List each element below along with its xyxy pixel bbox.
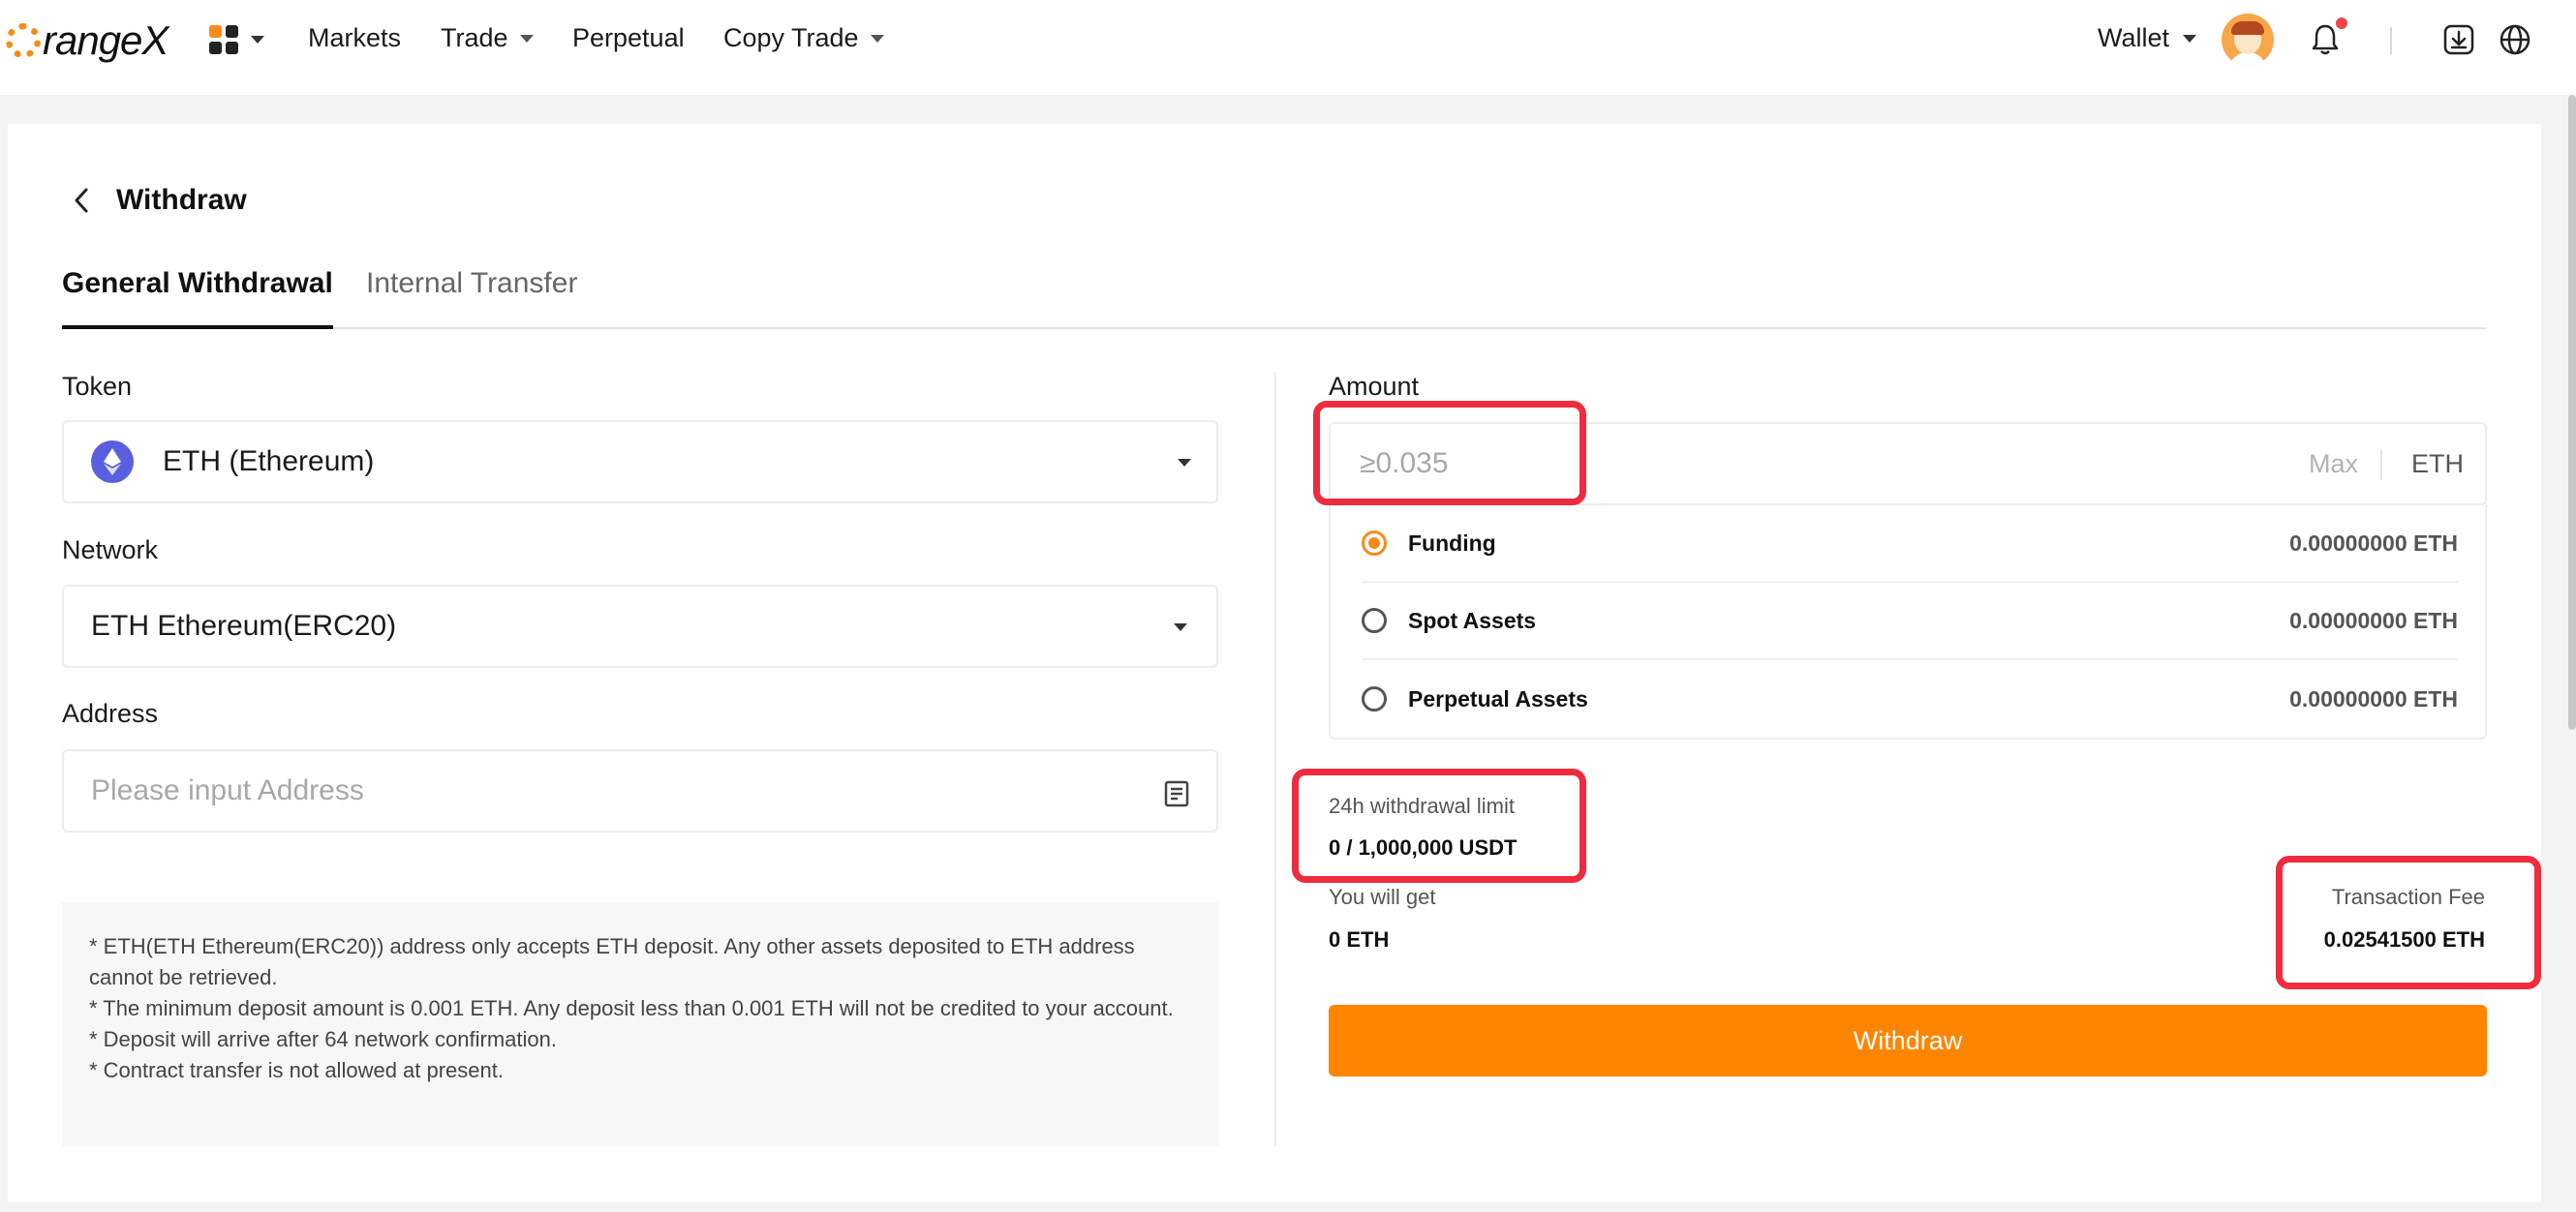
network-label: Network <box>62 535 159 564</box>
page-header: Withdraw <box>70 184 247 217</box>
withdraw-button[interactable]: Withdraw <box>1329 1005 2487 1076</box>
avatar[interactable] <box>2222 14 2274 66</box>
wallet-menu[interactable]: Wallet <box>2098 23 2197 53</box>
logo-ring-icon <box>6 23 41 58</box>
token-select[interactable]: ETH (Ethereum) <box>62 420 1218 503</box>
nav-markets[interactable]: Markets <box>308 23 401 53</box>
page-scrollbar[interactable] <box>2568 95 2576 730</box>
column-divider <box>1274 372 1276 1146</box>
nav-divider <box>2390 27 2392 54</box>
source-account-list: Funding 0.00000000 ETH Spot Assets 0.000… <box>1329 505 2487 740</box>
page-title: Withdraw <box>116 184 247 216</box>
nav-trade-label: Trade <box>441 23 508 52</box>
nav-copy-trade[interactable]: Copy Trade <box>723 23 884 53</box>
tab-general-withdrawal[interactable]: General Withdrawal <box>62 267 333 329</box>
highlight-amount-min <box>1313 401 1586 505</box>
source-perpetual-assets[interactable]: Perpetual Assets 0.00000000 ETH <box>1362 660 2458 738</box>
address-label: Address <box>62 699 159 728</box>
wallet-label: Wallet <box>2098 23 2170 52</box>
source-balance: 0.00000000 ETH <box>2289 607 2458 633</box>
note-item: * Deposit will arrive after 64 network c… <box>89 1027 557 1051</box>
source-spot-assets[interactable]: Spot Assets 0.00000000 ETH <box>1362 583 2458 660</box>
orangex-logo[interactable]: rangeX <box>6 17 169 64</box>
network-select[interactable]: ETH Ethereum(ERC20) <box>62 585 1218 668</box>
chevron-down-icon <box>519 34 534 43</box>
radio-button[interactable] <box>1362 686 1387 712</box>
token-label: Token <box>62 372 133 401</box>
radio-button[interactable] <box>1362 608 1387 633</box>
source-name: Funding <box>1408 530 1496 556</box>
source-funding[interactable]: Funding 0.00000000 ETH <box>1362 505 2458 583</box>
chevron-down-icon <box>1178 459 1191 467</box>
source-name: Perpetual Assets <box>1408 685 1588 712</box>
token-value: ETH (Ethereum) <box>163 445 375 477</box>
nav-trade[interactable]: Trade <box>441 23 534 53</box>
highlight-transaction-fee <box>2276 856 2541 989</box>
amount-unit: ETH <box>2411 449 2464 478</box>
note-item: * Contract transfer is not allowed at pr… <box>89 1058 504 1082</box>
withdraw-notes: * ETH(ETH Ethereum(ERC20)) address only … <box>62 902 1218 1146</box>
address-input[interactable]: Please input Address <box>62 749 1218 833</box>
ethereum-icon <box>91 440 134 483</box>
source-balance: 0.00000000 ETH <box>2289 530 2458 556</box>
tab-internal-transfer[interactable]: Internal Transfer <box>366 267 577 318</box>
amount-separator <box>2380 449 2382 480</box>
nav-perpetual-label: Perpetual <box>572 23 685 52</box>
top-navbar: rangeX Markets Trade Perpetual Copy Trad… <box>0 0 2576 95</box>
bell-icon[interactable] <box>2311 23 2340 56</box>
download-icon[interactable] <box>2442 23 2475 56</box>
highlight-withdrawal-limit <box>1292 769 1586 883</box>
you-will-get-label: You will get <box>1329 885 1436 909</box>
withdraw-tabs: General Withdrawal Internal Transfer <box>62 267 2487 329</box>
max-button[interactable]: Max <box>2309 449 2358 479</box>
apps-grid-icon[interactable] <box>209 25 238 54</box>
address-book-icon[interactable] <box>1164 780 1189 807</box>
nav-perpetual[interactable]: Perpetual <box>572 23 685 53</box>
logo-text: rangeX <box>43 17 169 63</box>
chevron-down-icon <box>2183 34 2197 43</box>
back-arrow-icon[interactable] <box>70 186 93 215</box>
address-placeholder: Please input Address <box>91 774 364 806</box>
network-value: ETH Ethereum(ERC20) <box>91 610 397 642</box>
chevron-down-icon <box>870 34 884 43</box>
chevron-down-icon <box>1174 623 1187 631</box>
nav-markets-label: Markets <box>308 23 402 52</box>
chevron-down-icon[interactable] <box>251 36 264 44</box>
you-will-get-value: 0 ETH <box>1329 927 1390 952</box>
radio-button[interactable] <box>1362 530 1387 556</box>
notification-dot <box>2336 17 2347 29</box>
nav-copy-trade-label: Copy Trade <box>723 23 859 52</box>
note-item: * ETH(ETH Ethereum(ERC20)) address only … <box>89 934 1135 989</box>
source-balance: 0.00000000 ETH <box>2289 685 2458 712</box>
source-name: Spot Assets <box>1408 607 1537 633</box>
globe-icon[interactable] <box>2499 23 2531 56</box>
amount-label: Amount <box>1329 372 1420 401</box>
note-item: * The minimum deposit amount is 0.001 ET… <box>89 996 1174 1020</box>
